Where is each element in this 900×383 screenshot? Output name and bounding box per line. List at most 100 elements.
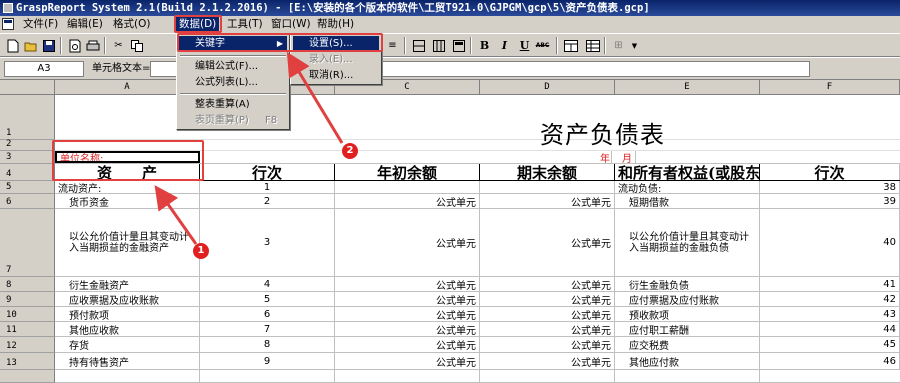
new-file-icon[interactable] [4, 37, 21, 54]
cell-b6[interactable]: 2 [200, 194, 335, 208]
cell-a7[interactable]: 以公允价值计量且其变动计入当期损益的金融资产 [55, 209, 200, 276]
border-top-icon[interactable] [450, 37, 467, 54]
column-header-e[interactable]: E [615, 80, 760, 95]
print-preview-icon[interactable] [66, 37, 83, 54]
cell-a5[interactable]: 流动资产: [55, 181, 200, 193]
table-row[interactable]: 流动资产: 1 流动负债: 38 [55, 181, 900, 194]
cell-c6[interactable]: 公式单元 [335, 194, 480, 208]
menu-file[interactable]: 文件(F) [20, 17, 61, 32]
open-folder-icon[interactable] [22, 37, 39, 54]
cell-f7[interactable]: 40 [760, 209, 900, 276]
cell-d13[interactable]: 公式单元 [480, 353, 615, 369]
copy-icon[interactable] [128, 37, 145, 54]
table-row[interactable]: 预付款项 6 公式单元 公式单元 预收款项 43 [55, 307, 900, 322]
cell-e6[interactable]: 短期借款 [615, 194, 760, 208]
cell-b12[interactable]: 8 [200, 337, 335, 352]
row-header-3[interactable]: 3 [0, 151, 55, 164]
table-row[interactable]: 以公允价值计量且其变动计入当期损益的金融资产 3 公式单元 公式单元 以公允价值计量且其… [55, 209, 900, 277]
print-icon[interactable] [84, 37, 101, 54]
menu-help[interactable]: 帮助(H) [314, 17, 357, 32]
table-row[interactable]: 持有待售资产 9 公式单元 公式单元 其他应付款 46 [55, 353, 900, 370]
row-header-6[interactable]: 6 [0, 194, 55, 209]
chevron-down-icon[interactable]: ▼ [626, 37, 643, 54]
cell-b7[interactable]: 3 [200, 209, 335, 276]
cell-c9[interactable]: 公式单元 [335, 292, 480, 306]
cell-a11[interactable]: 其他应收款 [55, 322, 200, 336]
cell-a8[interactable]: 衍生金融资产 [55, 277, 200, 291]
cell-a13[interactable]: 持有待售资产 [55, 353, 200, 369]
cell-d5[interactable] [480, 181, 615, 193]
cell-c13[interactable]: 公式单元 [335, 353, 480, 369]
select-all-corner[interactable] [0, 80, 55, 95]
cell-f6[interactable]: 39 [760, 194, 900, 208]
row-header-14[interactable] [0, 370, 55, 383]
borders-dropdown-icon[interactable]: ⊞ [610, 37, 627, 54]
cell-c5[interactable] [335, 181, 480, 193]
cell-a12[interactable]: 存货 [55, 337, 200, 352]
table-row[interactable]: 货币资金 2 公式单元 公式单元 短期借款 39 [55, 194, 900, 209]
cell-a6[interactable]: 货币资金 [55, 194, 200, 208]
row-header-5[interactable]: 5 [0, 181, 55, 194]
cell-c12[interactable]: 公式单元 [335, 337, 480, 352]
cell-c10[interactable]: 公式单元 [335, 307, 480, 321]
menu-window[interactable]: 窗口(W) [268, 17, 314, 32]
cell-f13[interactable]: 46 [760, 353, 900, 369]
cell-c11[interactable]: 公式单元 [335, 322, 480, 336]
cell-d9[interactable]: 公式单元 [480, 292, 615, 306]
cell-b13[interactable]: 9 [200, 353, 335, 369]
cell-d11[interactable]: 公式单元 [480, 322, 615, 336]
table-row[interactable]: 应收票据及应收账款 5 公式单元 公式单元 应付票据及应付账款 42 [55, 292, 900, 307]
grid-icon[interactable] [584, 37, 601, 54]
cell-d6[interactable]: 公式单元 [480, 194, 615, 208]
cell-a10[interactable]: 预付款项 [55, 307, 200, 321]
underline-button[interactable]: U [516, 37, 533, 54]
row-header-7[interactable]: 7 [0, 209, 55, 277]
cell-f9[interactable]: 42 [760, 292, 900, 306]
cell-e14[interactable] [615, 370, 760, 382]
cell-d10[interactable]: 公式单元 [480, 307, 615, 321]
table-row[interactable]: 存货 8 公式单元 公式单元 应交税费 45 [55, 337, 900, 353]
border-bottom-icon[interactable] [410, 37, 427, 54]
cell-d8[interactable]: 公式单元 [480, 277, 615, 291]
cell-e11[interactable]: 应付职工薪酬 [615, 322, 760, 336]
submenu-item-cancel[interactable]: 取消(R)... [293, 68, 379, 84]
cell-b8[interactable]: 4 [200, 277, 335, 291]
merge-cells-icon[interactable] [562, 37, 579, 54]
strikethrough-button[interactable]: ABC [534, 37, 551, 54]
cell-f10[interactable]: 43 [760, 307, 900, 321]
document-icon[interactable] [2, 18, 14, 30]
italic-button[interactable]: I [496, 37, 513, 54]
row-header-11[interactable]: 11 [0, 322, 55, 337]
header-line-no-right[interactable]: 行次 [760, 164, 900, 180]
cell-e7[interactable]: 以公允价值计量且其变动计入当期损益的金融负债 [615, 209, 760, 276]
cell-b11[interactable]: 7 [200, 322, 335, 336]
cell-c7[interactable]: 公式单元 [335, 209, 480, 276]
menu-item-recalc-all[interactable]: 整表重算(A) [179, 97, 287, 113]
cell-c8[interactable]: 公式单元 [335, 277, 480, 291]
row-header-8[interactable]: 8 [0, 277, 55, 292]
cell-a9[interactable]: 应收票据及应收账款 [55, 292, 200, 306]
cell-e10[interactable]: 预收款项 [615, 307, 760, 321]
border-middle-icon[interactable] [430, 37, 447, 54]
row-header-2[interactable]: 2 [0, 139, 55, 151]
row-header-13[interactable]: 13 [0, 353, 55, 370]
column-header-d[interactable]: D [480, 80, 615, 95]
menu-tools[interactable]: 工具(T) [224, 17, 266, 32]
row-header-4[interactable]: 4 [0, 164, 55, 181]
column-header-f[interactable]: F [760, 80, 900, 95]
menu-item-edit-formula[interactable]: 编辑公式(F)... [179, 59, 287, 75]
bold-button[interactable]: B [476, 37, 493, 54]
cell-e5[interactable]: 流动负债: [615, 181, 760, 193]
row-header-9[interactable]: 9 [0, 292, 55, 307]
cell-e9[interactable]: 应付票据及应付账款 [615, 292, 760, 306]
cell-b9[interactable]: 5 [200, 292, 335, 306]
cell-f12[interactable]: 45 [760, 337, 900, 352]
align-justify-icon[interactable]: ≡ [384, 37, 401, 54]
cell-f11[interactable]: 44 [760, 322, 900, 336]
row-header-12[interactable]: 12 [0, 337, 55, 353]
cell-a14[interactable] [55, 370, 200, 382]
cell-d12[interactable]: 公式单元 [480, 337, 615, 352]
cell-reference-box[interactable]: A3 [4, 61, 84, 77]
header-liabilities-equity[interactable]: 和所有者权益(或股东权 [615, 164, 760, 180]
cut-icon[interactable]: ✂ [110, 37, 127, 54]
